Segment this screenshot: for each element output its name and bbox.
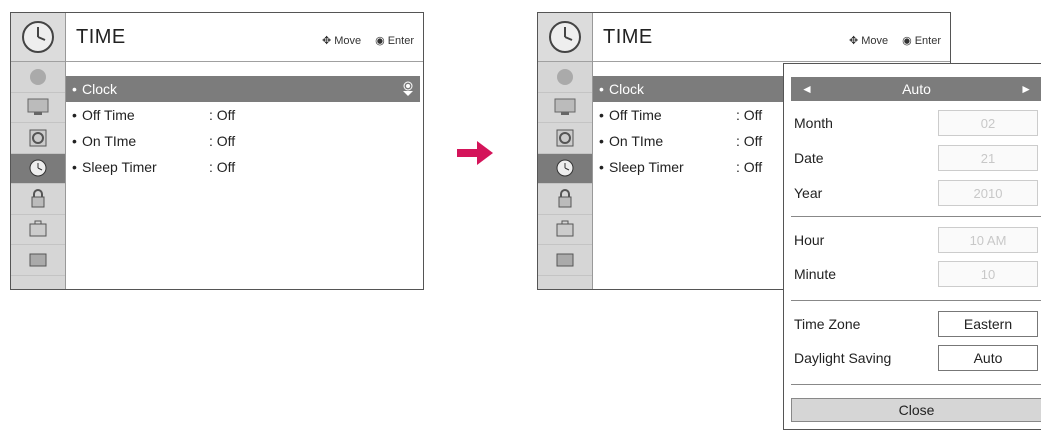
divider: [791, 300, 1041, 301]
move-hint-label: Move: [334, 34, 362, 47]
menu-item-value: : Off: [736, 107, 763, 123]
clock-mode-value: Auto: [902, 81, 931, 97]
menu-item-label: Clock: [82, 81, 118, 97]
minute-label: Minute: [794, 266, 837, 282]
year-label: Year: [794, 185, 823, 201]
hour-field: 10 AM: [938, 227, 1038, 253]
enter-hint-label: Enter: [914, 34, 941, 47]
tv-screen-icon[interactable]: [538, 93, 592, 123]
menu-item-value: : Off: [209, 159, 236, 175]
usb-photo-icon[interactable]: [538, 245, 592, 276]
divider: [791, 216, 1041, 217]
usb-photo-icon[interactable]: [11, 245, 65, 276]
time-menu-panel-before: TIME ✥ Move ◉ Enter • Clock • Off Time :…: [10, 12, 424, 290]
daylight-saving-label: Daylight Saving: [794, 350, 892, 366]
menu-item-label: Off Time: [609, 107, 662, 123]
menu-item-off-time[interactable]: • Off Time : Off: [66, 102, 423, 128]
menu-item-value: : Off: [209, 133, 236, 149]
enter-hint-label: Enter: [387, 34, 414, 47]
menu-item-label: On TIme: [82, 133, 137, 149]
tv-screen-icon[interactable]: [11, 93, 65, 123]
menu-item-label: Sleep Timer: [82, 159, 157, 175]
month-row: Month 02: [794, 109, 1038, 137]
enter-indicator-icon: [402, 81, 414, 100]
clock-icon[interactable]: [11, 153, 65, 184]
nav-hint: ✥ Move ◉ Enter: [848, 34, 944, 48]
hour-label: Hour: [794, 232, 825, 248]
lock-icon[interactable]: [11, 184, 65, 215]
toolbox-icon[interactable]: [538, 215, 592, 245]
speaker-icon[interactable]: [11, 123, 65, 154]
menu-item-sleep-timer[interactable]: • Sleep Timer : Off: [66, 154, 423, 180]
menu-item-on-time[interactable]: • On TIme : Off: [66, 128, 423, 154]
daylight-saving-field[interactable]: Auto: [938, 345, 1038, 371]
transition-arrow-icon: [457, 139, 495, 174]
timezone-field[interactable]: Eastern: [938, 311, 1038, 337]
mode-right-arrow-icon[interactable]: ►: [1020, 82, 1041, 96]
category-sidebar: [11, 13, 66, 289]
menu-item-value: : Off: [209, 107, 236, 123]
menu-item-label: Sleep Timer: [609, 159, 684, 175]
toolbox-icon[interactable]: [11, 215, 65, 245]
move-arrows-icon: ✥: [321, 35, 332, 47]
satellite-dish-icon[interactable]: [538, 62, 592, 93]
close-button[interactable]: Close: [791, 398, 1041, 422]
speaker-icon[interactable]: [538, 123, 592, 154]
month-label: Month: [794, 115, 833, 131]
date-label: Date: [794, 150, 824, 166]
year-row: Year 2010: [794, 179, 1038, 207]
clock-header-icon: [538, 13, 592, 62]
nav-hint: ✥ Move ◉ Enter: [321, 34, 417, 48]
mode-left-arrow-icon[interactable]: ◄: [791, 82, 813, 96]
hour-row: Hour 10 AM: [794, 226, 1038, 254]
timezone-label: Time Zone: [794, 316, 861, 332]
move-arrows-icon: ✥: [848, 35, 859, 47]
minute-field: 10: [938, 261, 1038, 287]
menu-item-value: : Off: [736, 133, 763, 149]
date-row: Date 21: [794, 144, 1038, 172]
clock-mode-selector[interactable]: ◄ Auto ►: [791, 77, 1041, 101]
clock-icon[interactable]: [538, 153, 592, 184]
daylight-saving-row: Daylight Saving Auto: [794, 344, 1038, 372]
enter-button-icon: ◉: [375, 35, 385, 47]
date-field: 21: [938, 145, 1038, 171]
satellite-dish-icon[interactable]: [11, 62, 65, 93]
menu-item-clock[interactable]: • Clock: [66, 76, 420, 102]
menu-item-label: Off Time: [82, 107, 135, 123]
clock-header-icon: [11, 13, 65, 62]
timezone-row: Time Zone Eastern: [794, 310, 1038, 338]
year-field: 2010: [938, 180, 1038, 206]
clock-settings-popup: ◄ Auto ► Month 02 Date 21 Year 2010 Hour…: [783, 63, 1041, 430]
enter-button-icon: ◉: [902, 35, 912, 47]
divider: [791, 384, 1041, 385]
page-title: TIME: [76, 26, 126, 48]
menu-item-label: Clock: [609, 81, 645, 97]
month-field: 02: [938, 110, 1038, 136]
menu-item-value: : Off: [736, 159, 763, 175]
lock-icon[interactable]: [538, 184, 592, 215]
page-title: TIME: [603, 26, 653, 48]
move-hint-label: Move: [861, 34, 889, 47]
menu-item-label: On TIme: [609, 133, 664, 149]
minute-row: Minute 10: [794, 260, 1038, 288]
category-sidebar: [538, 13, 593, 289]
